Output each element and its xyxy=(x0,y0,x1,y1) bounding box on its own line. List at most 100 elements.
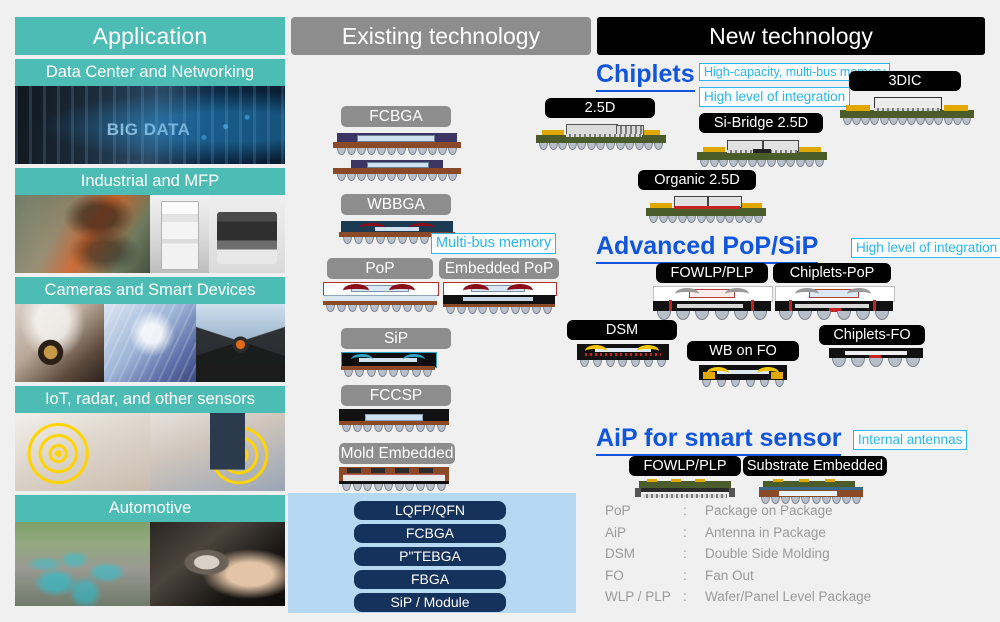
package-label-mold-embedded: Mold Embedded xyxy=(339,443,455,464)
glossary-row-pop: PoP : Package on Package xyxy=(605,503,995,525)
application-images-industrial xyxy=(15,195,285,273)
image-desktop-printer xyxy=(209,195,285,273)
big-data-overlay-text: BIG DATA xyxy=(106,120,191,140)
glossary-row-dsm: DSM : Double Side Molding xyxy=(605,546,995,568)
package-figure-fowlp-plp-aip xyxy=(631,479,739,501)
section-heading-chiplets: Chiplets xyxy=(596,60,695,92)
package-label-fcbga: FCBGA xyxy=(341,106,451,127)
package-figure-substrate-embedded xyxy=(755,479,867,504)
package-label-fccsp: FCCSP xyxy=(341,385,451,406)
package-label-dsm: DSM xyxy=(567,320,677,340)
package-figure-wb-on-fo xyxy=(699,365,787,389)
section-heading-aip-smart-sensor: AiP for smart sensor xyxy=(596,424,842,456)
glossary-colon-fo: : xyxy=(683,567,687,583)
package-label-pop: PoP xyxy=(327,258,433,279)
glossary-definition-dsm: Double Side Molding xyxy=(705,546,830,561)
glossary-definition-wlp-plp: Wafer/Panel Level Package xyxy=(705,589,872,604)
package-figure-si-bridge-2-5d xyxy=(697,138,827,167)
summary-pill-fbga: FBGA xyxy=(354,570,506,589)
package-figure-sip xyxy=(341,352,437,377)
application-band-data-center: Data Center and Networking BIG DATA xyxy=(15,59,285,164)
summary-pill-ptebga: P"TEBGA xyxy=(354,547,506,566)
callout-multi-bus-memory: Multi-bus memory xyxy=(431,233,557,254)
package-figure-3dic xyxy=(840,96,974,125)
package-label-chiplets-pop: Chiplets-PoP xyxy=(773,263,891,283)
package-figure-chiplets-pop xyxy=(775,286,895,320)
application-label-cameras: Cameras and Smart Devices xyxy=(15,277,285,304)
application-band-automotive: Automotive xyxy=(15,495,285,606)
glossary-row-wlp-plp: WLP / PLP : Wafer/Panel Level Package xyxy=(605,589,995,611)
glossary-row-fo: FO : Fan Out xyxy=(605,568,995,590)
package-figure-fccsp xyxy=(339,409,449,432)
image-photographer-camera xyxy=(15,304,105,382)
glossary-term-dsm: DSM xyxy=(605,546,635,561)
package-label-embedded-pop: Embedded PoP xyxy=(439,258,559,279)
glossary-definition-fo: Fan Out xyxy=(705,567,754,583)
glossary-term-aip: AiP xyxy=(605,524,627,540)
image-multifunction-copier xyxy=(150,195,210,273)
callout-internal-antennas: Internal antennas xyxy=(853,430,968,450)
package-figure-embedded-pop xyxy=(443,282,557,314)
application-band-iot: IoT, radar, and other sensors xyxy=(15,386,285,491)
application-label-iot: IoT, radar, and other sensors xyxy=(15,386,285,413)
package-figure-mold-embedded xyxy=(339,467,449,493)
glossary-term-wlp-plp: WLP / PLP xyxy=(605,589,671,604)
image-industrial-robot-arm xyxy=(15,195,150,273)
glossary-colon-wlp-plp: : xyxy=(683,589,687,604)
glossary-colon-dsm: : xyxy=(683,546,687,561)
application-label-automotive: Automotive xyxy=(15,495,285,522)
glossary-colon-aip: : xyxy=(683,524,687,540)
package-figure-fcbga-top xyxy=(333,132,461,155)
glossary-term-pop: PoP xyxy=(605,503,631,518)
image-smart-speaker-gesture xyxy=(15,413,150,491)
image-autonomous-vehicle-road xyxy=(15,522,150,606)
package-label-wb-on-fo: WB on FO xyxy=(687,341,799,361)
abbreviation-glossary: PoP : Package on Package AiP : Antenna i… xyxy=(605,503,995,611)
glossary-colon-pop: : xyxy=(683,503,687,518)
summary-pill-sip-module: SiP / Module xyxy=(354,593,506,612)
image-smart-fridge-panel xyxy=(150,413,285,491)
package-label-fowlp-plp-advanced: FOWLP/PLP xyxy=(656,263,768,283)
package-figure-2-5d xyxy=(536,123,666,150)
summary-pill-lqfp-qfn: LQFP/QFN xyxy=(354,501,506,520)
diagram-canvas: Application Data Center and Networking B… xyxy=(0,0,1000,622)
application-column-title: Application xyxy=(15,17,285,55)
package-label-organic-2-5d: Organic 2.5D xyxy=(638,170,756,190)
application-band-cameras: Cameras and Smart Devices xyxy=(15,277,285,382)
callout-high-level-integration-advanced: High level of integration xyxy=(851,238,1000,258)
application-band-industrial: Industrial and MFP xyxy=(15,168,285,273)
package-figure-fowlp-plp-advanced xyxy=(653,286,773,320)
application-label-data-center: Data Center and Networking xyxy=(15,59,285,86)
package-figure-organic-2-5d xyxy=(646,194,766,223)
package-label-2-5d: 2.5D xyxy=(545,98,655,118)
application-images-automotive xyxy=(15,522,285,606)
glossary-row-aip: AiP : Antenna in Package xyxy=(605,525,995,547)
package-figure-fcbga-bottom xyxy=(333,158,461,181)
application-images-cameras xyxy=(15,304,285,382)
existing-technology-summary-panel: LQFP/QFN FCBGA P"TEBGA FBGA SiP / Module xyxy=(288,493,576,613)
package-figure-chiplets-fo xyxy=(829,348,923,372)
package-figure-dsm xyxy=(577,344,669,368)
callout-high-level-integration-chiplets: High level of integration xyxy=(699,87,851,107)
new-technology-header: New technology xyxy=(597,17,985,55)
package-label-wbbga: WBBGA xyxy=(341,194,451,215)
application-label-industrial: Industrial and MFP xyxy=(15,168,285,195)
package-label-sip: SiP xyxy=(341,328,451,349)
image-quadcopter-drone xyxy=(195,304,285,382)
image-in-car-cockpit-touch xyxy=(150,522,285,606)
package-label-3dic: 3DIC xyxy=(849,71,961,91)
package-figure-pop xyxy=(323,282,439,312)
package-label-chiplets-fo: Chiplets-FO xyxy=(819,325,925,345)
glossary-definition-pop: Package on Package xyxy=(705,503,833,518)
image-data-center-servers: BIG DATA xyxy=(15,86,285,164)
application-images-data-center: BIG DATA xyxy=(15,86,285,164)
package-label-si-bridge-2-5d: Si-Bridge 2.5D xyxy=(699,113,823,133)
summary-pill-fcbga: FCBGA xyxy=(354,524,506,543)
glossary-definition-aip: Antenna in Package xyxy=(705,524,826,540)
package-label-fowlp-plp-aip: FOWLP/PLP xyxy=(629,456,741,476)
glossary-term-fo: FO xyxy=(605,567,624,583)
package-label-substrate-embedded: Substrate Embedded xyxy=(743,456,887,476)
application-images-iot xyxy=(15,413,285,491)
image-vr-headset-user xyxy=(104,304,196,382)
application-column: Application Data Center and Networking B… xyxy=(15,17,285,606)
